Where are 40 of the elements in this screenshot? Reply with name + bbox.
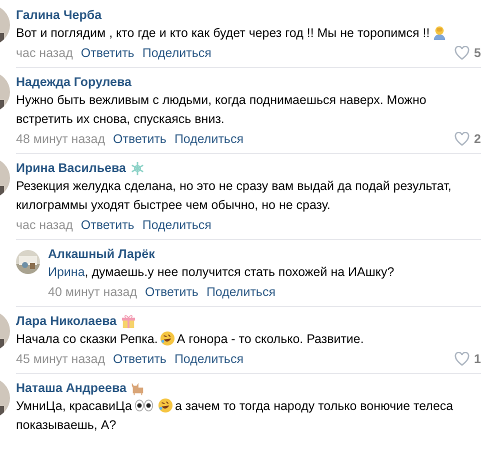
author-name-link[interactable]: Алкашный Ларёк — [48, 247, 155, 261]
laughing-emoji-icon — [158, 398, 173, 413]
reply-link[interactable]: Ответить — [80, 218, 134, 232]
comment-time: час назад — [16, 46, 73, 60]
like-count: 5 — [474, 46, 481, 60]
author-name-link[interactable]: Лара Николаева — [16, 314, 117, 328]
laughing-emoji-icon — [160, 331, 175, 346]
reply-link[interactable]: Ответить — [113, 132, 166, 146]
snowflake-icon — [130, 160, 145, 176]
like-count: 1 — [474, 352, 481, 366]
author-name-link[interactable]: Галина Черба — [16, 8, 102, 22]
share-link[interactable]: Поделиться — [142, 218, 212, 232]
gift-icon — [120, 314, 136, 328]
comment-text: Резекция желудка сделана, но это не сразу вам выдай да подай результат, килограммы уходят быстрее чем обычно, но не сразу. — [16, 178, 452, 214]
author-name-link[interactable]: Наташа Андреева — [16, 381, 126, 395]
comment-time: 48 минут назад — [16, 132, 105, 146]
comment-time: час назад — [16, 218, 73, 232]
like-icon[interactable] — [454, 352, 470, 366]
comment-text: Нужно быть вежливым с людьми, когда поднимаешься наверх. Можно встретить их снова, спускаясь вниз. — [16, 92, 428, 128]
like-count: 2 — [474, 132, 481, 146]
mention-link[interactable]: Ирина — [48, 265, 85, 279]
reply-link[interactable]: Ответить — [113, 352, 166, 366]
comment-text: Вот и поглядим , кто где и кто как будет через год !! Мы не торопимся !! — [16, 24, 481, 43]
eyes-emoji-icon — [134, 398, 154, 413]
comment-text: Ирина, думаешь.у нее получится стать похожей на ИАшку? — [48, 264, 396, 281]
like-icon[interactable] — [454, 46, 470, 60]
share-link[interactable]: Поделиться — [174, 132, 244, 146]
cat-icon — [130, 380, 146, 396]
author-name-link[interactable]: Надежда Горулева — [16, 75, 132, 89]
reply-link[interactable]: Ответить — [80, 46, 134, 60]
comment-text: Начала со сказки Репка. А гонора - то сколько. Развитие. — [16, 330, 365, 348]
reply-link[interactable]: Ответить — [145, 284, 198, 298]
comment-time: 40 минут назад — [48, 284, 137, 298]
share-link[interactable]: Поделиться — [174, 352, 244, 366]
comment-time: 45 минут назад — [16, 352, 105, 366]
comment-text: УмниЦа, красавиЦа а зачем то тогда народу только вонючие телеса показываешь, А? — [16, 397, 454, 434]
author-name-link[interactable]: Ирина Васильева — [16, 161, 126, 175]
share-link[interactable]: Поделиться — [142, 46, 212, 60]
like-icon[interactable] — [454, 132, 470, 146]
share-link[interactable]: Поделиться — [206, 284, 276, 298]
